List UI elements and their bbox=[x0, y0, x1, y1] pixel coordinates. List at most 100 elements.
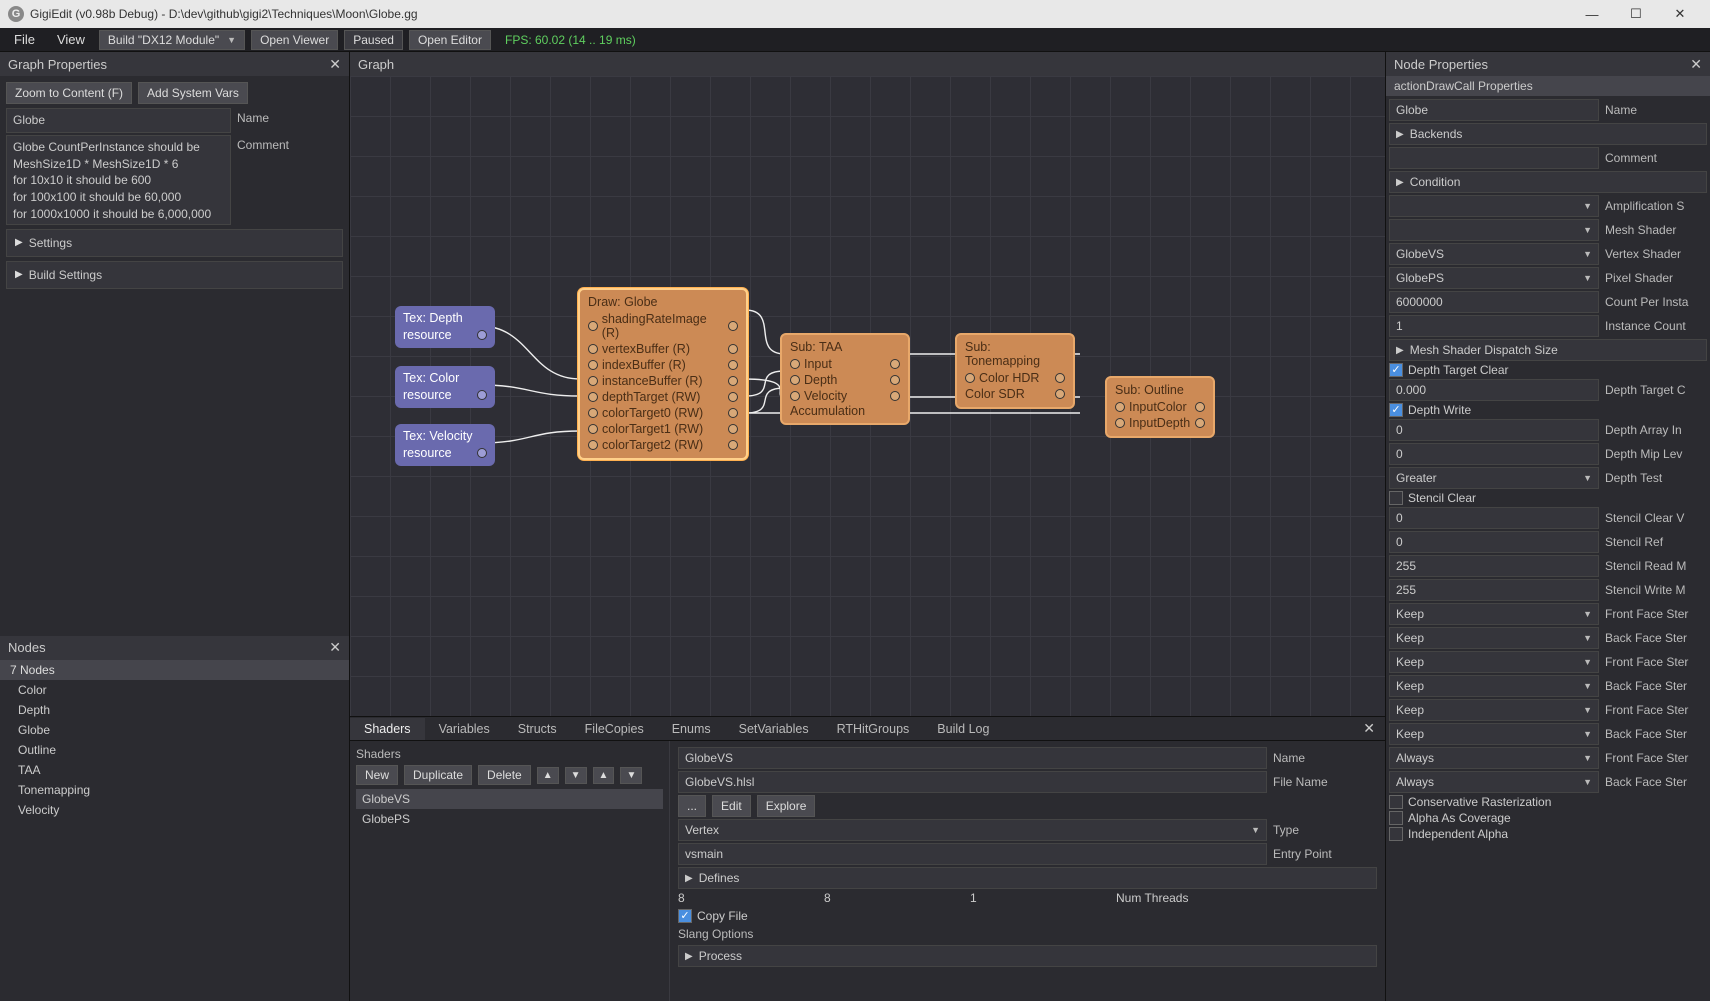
depth-test-dropdown[interactable]: Greater▼ bbox=[1389, 467, 1599, 489]
input-port[interactable] bbox=[588, 344, 598, 354]
independent-alpha-checkbox[interactable] bbox=[1389, 827, 1403, 841]
tab-buildlog[interactable]: Build Log bbox=[923, 718, 1003, 740]
input-port[interactable] bbox=[790, 359, 800, 369]
stencil-op-dropdown[interactable]: Always▼ bbox=[1389, 747, 1599, 769]
node-item-globe[interactable]: Globe bbox=[0, 720, 349, 740]
minimize-button[interactable]: — bbox=[1570, 0, 1614, 28]
node-item-depth[interactable]: Depth bbox=[0, 700, 349, 720]
copy-file-checkbox[interactable] bbox=[678, 909, 692, 923]
input-port[interactable] bbox=[588, 376, 598, 386]
output-port[interactable] bbox=[1055, 373, 1065, 383]
output-port[interactable] bbox=[1195, 402, 1205, 412]
pixel-shader-dropdown[interactable]: GlobePS▼ bbox=[1389, 267, 1599, 289]
depth-array-in-input[interactable]: 0 bbox=[1389, 419, 1599, 441]
output-port[interactable] bbox=[728, 424, 738, 434]
input-port[interactable] bbox=[965, 373, 975, 383]
stencil-read-m-input[interactable]: 255 bbox=[1389, 555, 1599, 577]
nodes-panel-close-icon[interactable]: ✕ bbox=[329, 639, 341, 656]
input-port[interactable] bbox=[588, 321, 598, 331]
tab-enums[interactable]: Enums bbox=[658, 718, 725, 740]
shader-item-globeps[interactable]: GlobePS bbox=[356, 809, 663, 829]
condition-expander[interactable]: ▶Condition bbox=[1389, 171, 1707, 193]
depth-mip-lev-input[interactable]: 0 bbox=[1389, 443, 1599, 465]
numthreads-z-input[interactable]: 1 bbox=[970, 891, 1110, 905]
node-properties-close-icon[interactable]: ✕ bbox=[1690, 56, 1702, 73]
output-port[interactable] bbox=[477, 330, 487, 340]
input-port[interactable] bbox=[1115, 418, 1125, 428]
defines-expander[interactable]: ▶Defines bbox=[678, 867, 1377, 889]
mesh-shader-dropdown[interactable]: ▼ bbox=[1389, 219, 1599, 241]
node-tex-color[interactable]: Tex: Color resource bbox=[395, 366, 495, 408]
tab-filecopies[interactable]: FileCopies bbox=[571, 718, 658, 740]
open-viewer-button[interactable]: Open Viewer bbox=[251, 30, 338, 50]
stencil-clear-v-input[interactable]: 0 bbox=[1389, 507, 1599, 529]
node-item-velocity[interactable]: Velocity bbox=[0, 800, 349, 820]
numthreads-x-input[interactable]: 8 bbox=[678, 891, 818, 905]
shader-filename-input[interactable]: GlobeVS.hlsl bbox=[678, 771, 1267, 793]
shader-item-globevs[interactable]: GlobeVS bbox=[356, 789, 663, 809]
stencil-op-dropdown[interactable]: Always▼ bbox=[1389, 771, 1599, 793]
instance-count-input[interactable]: 1 bbox=[1389, 315, 1599, 337]
graph-properties-close-icon[interactable]: ✕ bbox=[329, 56, 341, 73]
output-port[interactable] bbox=[728, 321, 738, 331]
input-port[interactable] bbox=[790, 375, 800, 385]
move-bottom-icon[interactable]: ▼ bbox=[620, 767, 642, 784]
menu-file[interactable]: File bbox=[6, 29, 43, 50]
amplification-dropdown[interactable]: ▼ bbox=[1389, 195, 1599, 217]
np-comment-input[interactable] bbox=[1389, 147, 1599, 169]
node-tex-velocity[interactable]: Tex: Velocity resource bbox=[395, 424, 495, 466]
paused-button[interactable]: Paused bbox=[344, 30, 403, 50]
output-port[interactable] bbox=[1055, 389, 1065, 399]
tab-variables[interactable]: Variables bbox=[425, 718, 504, 740]
close-button[interactable]: ✕ bbox=[1658, 0, 1702, 28]
vertex-shader-dropdown[interactable]: GlobeVS▼ bbox=[1389, 243, 1599, 265]
input-port[interactable] bbox=[588, 360, 598, 370]
browse-button[interactable]: ... bbox=[678, 795, 706, 817]
node-sub-taa[interactable]: Sub: TAA Input Depth Velocity Accumulati… bbox=[780, 333, 910, 425]
stencil-write-m-input[interactable]: 255 bbox=[1389, 579, 1599, 601]
count-per-instance-input[interactable]: 6000000 bbox=[1389, 291, 1599, 313]
move-up-icon[interactable]: ▲ bbox=[537, 767, 559, 784]
node-sub-tonemapping[interactable]: Sub: Tonemapping Color HDR Color SDR bbox=[955, 333, 1075, 409]
build-module-dropdown[interactable]: Build "DX12 Module" bbox=[99, 30, 245, 50]
edit-button[interactable]: Edit bbox=[712, 795, 751, 817]
graph-name-input[interactable]: Globe bbox=[6, 108, 231, 133]
np-name-input[interactable]: Globe bbox=[1389, 99, 1599, 121]
input-port[interactable] bbox=[588, 440, 598, 450]
depth-write-checkbox[interactable] bbox=[1389, 403, 1403, 417]
tab-rthitgroups[interactable]: RTHitGroups bbox=[823, 718, 924, 740]
stencil-op-dropdown[interactable]: Keep▼ bbox=[1389, 699, 1599, 721]
alpha-as-coverage-checkbox[interactable] bbox=[1389, 811, 1403, 825]
output-port[interactable] bbox=[890, 359, 900, 369]
stencil-op-dropdown[interactable]: Keep▼ bbox=[1389, 627, 1599, 649]
node-sub-outline[interactable]: Sub: Outline InputColor InputDepth bbox=[1105, 376, 1215, 438]
conservative-rasterization-checkbox[interactable] bbox=[1389, 795, 1403, 809]
output-port[interactable] bbox=[890, 391, 900, 401]
output-port[interactable] bbox=[1195, 418, 1205, 428]
output-port[interactable] bbox=[477, 448, 487, 458]
stencil-clear-checkbox[interactable] bbox=[1389, 491, 1403, 505]
zoom-to-content-button[interactable]: Zoom to Content (F) bbox=[6, 82, 132, 104]
build-settings-expander[interactable]: ▶ Build Settings bbox=[6, 261, 343, 289]
node-item-tonemapping[interactable]: Tonemapping bbox=[0, 780, 349, 800]
open-editor-button[interactable]: Open Editor bbox=[409, 30, 491, 50]
shader-new-button[interactable]: New bbox=[356, 765, 398, 785]
mesh-dispatch-expander[interactable]: ▶Mesh Shader Dispatch Size bbox=[1389, 339, 1707, 361]
graph-canvas[interactable]: Tex: Depth resource Tex: Color resource … bbox=[350, 76, 1385, 716]
entry-point-input[interactable]: vsmain bbox=[678, 843, 1267, 865]
input-port[interactable] bbox=[588, 424, 598, 434]
depth-target-c-input[interactable]: 0.000 bbox=[1389, 379, 1599, 401]
menu-view[interactable]: View bbox=[49, 29, 93, 50]
output-port[interactable] bbox=[728, 392, 738, 402]
input-port[interactable] bbox=[588, 408, 598, 418]
input-port[interactable] bbox=[790, 391, 800, 401]
bottom-close-icon[interactable]: ✕ bbox=[1353, 720, 1385, 737]
shader-name-input[interactable]: GlobeVS bbox=[678, 747, 1267, 769]
tab-setvariables[interactable]: SetVariables bbox=[725, 718, 823, 740]
tab-structs[interactable]: Structs bbox=[504, 718, 571, 740]
stencil-op-dropdown[interactable]: Keep▼ bbox=[1389, 651, 1599, 673]
explore-button[interactable]: Explore bbox=[757, 795, 816, 817]
stencil-ref-input[interactable]: 0 bbox=[1389, 531, 1599, 553]
output-port[interactable] bbox=[728, 360, 738, 370]
depth-target-clear-checkbox[interactable] bbox=[1389, 363, 1403, 377]
